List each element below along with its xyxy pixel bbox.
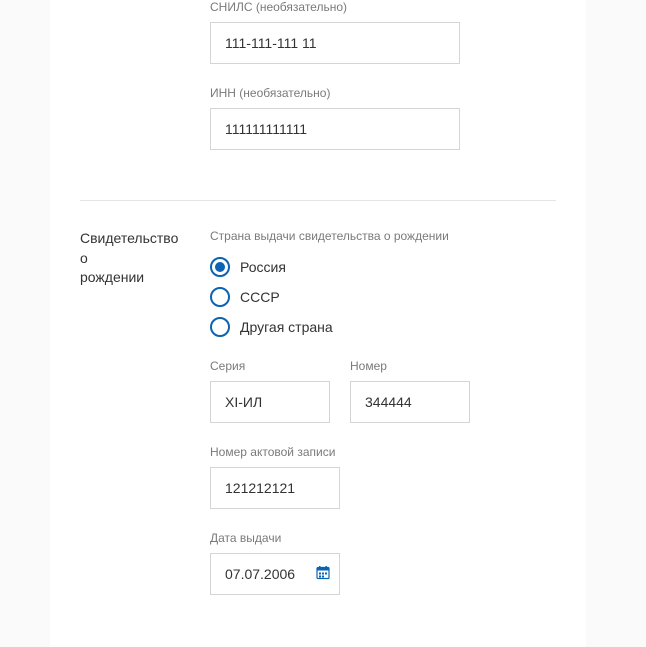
inn-input[interactable]: [210, 108, 460, 150]
radio-other-label: Другая страна: [240, 319, 333, 335]
country-radio-group: Россия СССР Другая страна: [210, 257, 556, 337]
act-group: Номер актовой записи: [210, 445, 556, 509]
radio-circle-icon: [210, 287, 230, 307]
inn-label: ИНН (необязательно): [210, 86, 556, 100]
birth-cert-fields: Страна выдачи свидетельства о рождении Р…: [210, 229, 556, 617]
series-input[interactable]: [210, 381, 330, 423]
series-number-row: Серия Номер: [210, 359, 556, 423]
radio-circle-icon: [210, 257, 230, 277]
birth-cert-title: Свидетельство о рождении: [80, 229, 190, 617]
act-input[interactable]: [210, 467, 340, 509]
section-title-line1: Свидетельство о: [80, 230, 178, 266]
radio-other[interactable]: Другая страна: [210, 317, 556, 337]
radio-russia-label: Россия: [240, 259, 286, 275]
number-input[interactable]: [350, 381, 470, 423]
radio-ussr[interactable]: СССР: [210, 287, 556, 307]
number-group: Номер: [350, 359, 470, 423]
series-group: Серия: [210, 359, 330, 423]
issue-date-input[interactable]: [210, 553, 340, 595]
section-title-line2: рождении: [80, 269, 144, 285]
inn-group: ИНН (необязательно): [210, 86, 556, 150]
identity-left-spacer: [80, 0, 190, 172]
identity-section: СНИЛС (необязательно) ИНН (необязательно…: [80, 0, 556, 172]
form-container: СНИЛС (необязательно) ИНН (необязательно…: [50, 0, 586, 647]
issue-date-group: Дата выдачи: [210, 531, 556, 595]
country-label: Страна выдачи свидетельства о рождении: [210, 229, 556, 243]
radio-russia[interactable]: Россия: [210, 257, 556, 277]
snils-label: СНИЛС (необязательно): [210, 0, 556, 14]
section-divider: [80, 200, 556, 201]
issue-date-label: Дата выдачи: [210, 531, 556, 545]
series-label: Серия: [210, 359, 330, 373]
issue-date-wrap: [210, 553, 340, 595]
birth-cert-section: Свидетельство о рождении Страна выдачи с…: [80, 229, 556, 617]
snils-group: СНИЛС (необязательно): [210, 0, 556, 64]
number-label: Номер: [350, 359, 470, 373]
act-label: Номер актовой записи: [210, 445, 556, 459]
snils-input[interactable]: [210, 22, 460, 64]
radio-ussr-label: СССР: [240, 289, 280, 305]
identity-fields: СНИЛС (необязательно) ИНН (необязательно…: [210, 0, 556, 172]
radio-circle-icon: [210, 317, 230, 337]
